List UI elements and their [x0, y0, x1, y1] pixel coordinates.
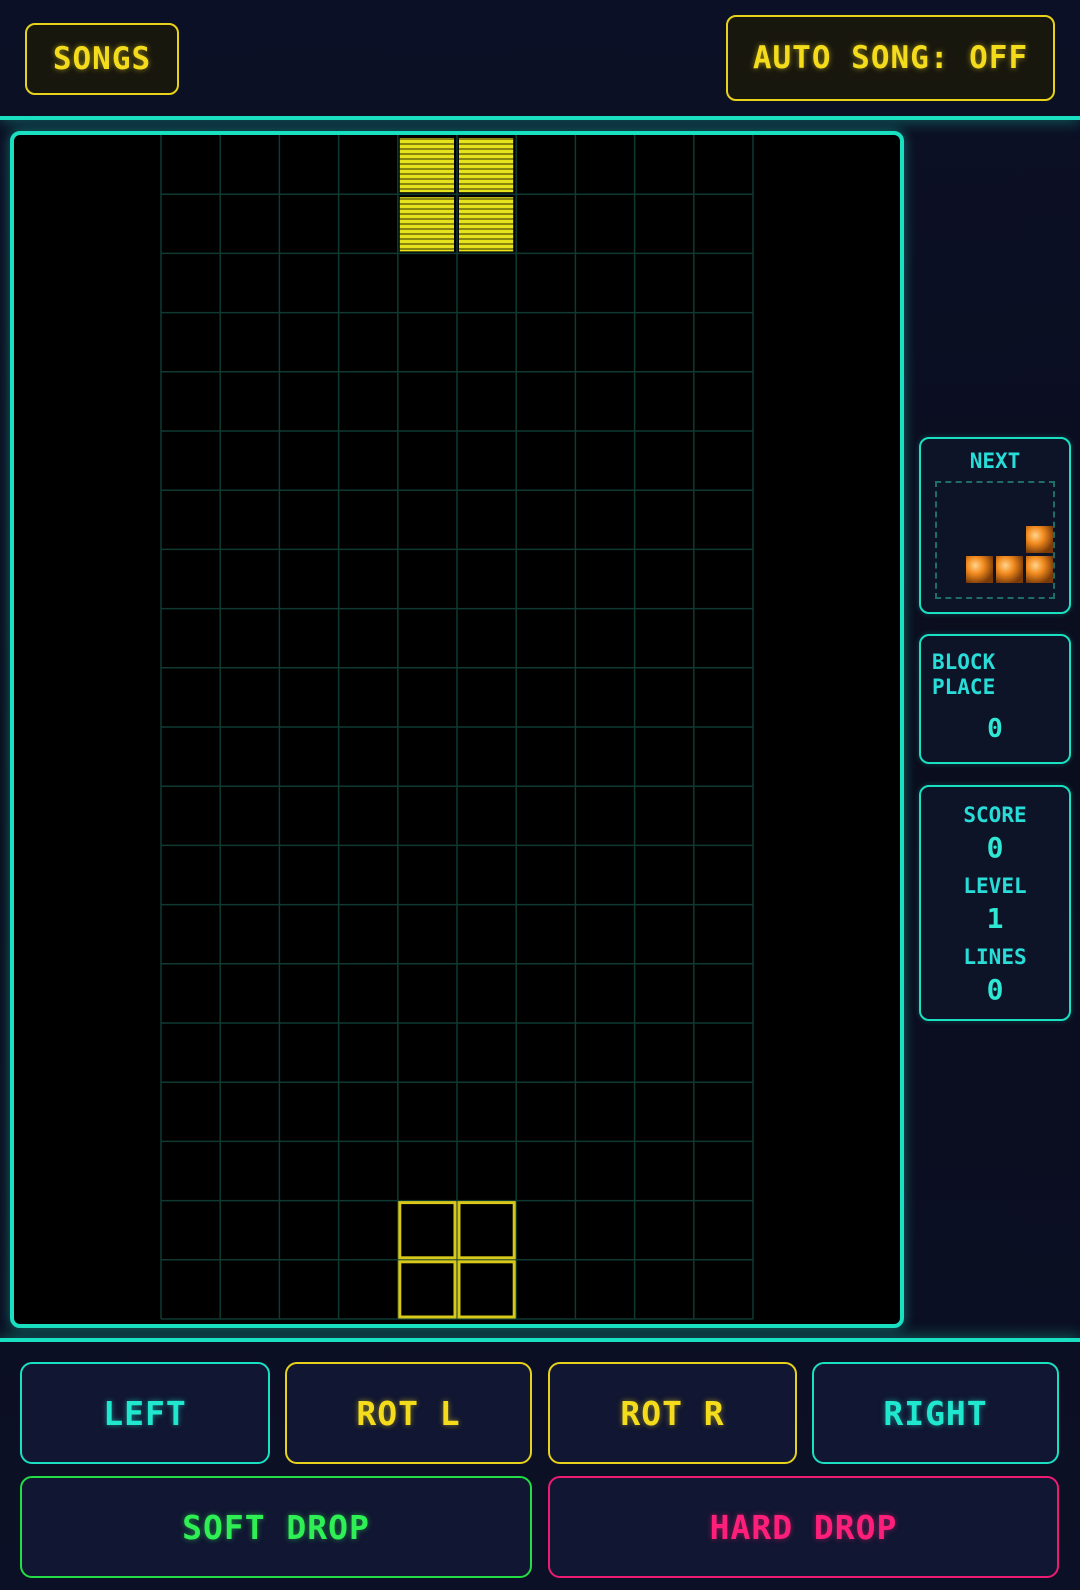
active-piece-cell: [459, 138, 514, 193]
active-piece-cell: [399, 197, 454, 252]
next-piece-panel: NEXT: [919, 437, 1071, 614]
next-piece: [966, 526, 1053, 583]
hard-drop-button[interactable]: HARD DROP: [548, 1476, 1059, 1578]
playfield-grid: [160, 135, 754, 1320]
ghost-piece-cell: [398, 1260, 457, 1319]
ghost-piece-cell: [457, 1201, 516, 1260]
rotate-right-button[interactable]: ROT R: [548, 1362, 797, 1464]
block-place-value: 0: [987, 714, 1003, 744]
top-bar: SONGS AUTO SONG: OFF: [0, 0, 1080, 120]
score-value: 0: [986, 831, 1004, 864]
ghost-piece-cell: [398, 1201, 457, 1260]
block-place-title: BLOCK PLACE: [932, 650, 996, 699]
left-button[interactable]: LEFT: [20, 1362, 270, 1464]
controls-bar: LEFT ROT L ROT R RIGHT SOFT DROP HARD DR…: [0, 1338, 1080, 1590]
soft-drop-button[interactable]: SOFT DROP: [20, 1476, 532, 1578]
block-place-panel: BLOCK PLACE 0: [919, 634, 1071, 764]
next-piece-cell: [1026, 556, 1053, 583]
stats-panel: SCORE 0 LEVEL 1 LINES 0: [919, 785, 1071, 1021]
lines-value: 0: [986, 973, 1004, 1006]
songs-button[interactable]: SONGS: [25, 23, 179, 95]
active-piece-cell: [459, 197, 514, 252]
next-piece-cell: [966, 556, 993, 583]
score-label: SCORE: [963, 803, 1027, 827]
level-label: LEVEL: [963, 874, 1027, 898]
right-button[interactable]: RIGHT: [812, 1362, 1059, 1464]
active-piece-cell: [399, 138, 454, 193]
tetris-app: SONGS AUTO SONG: OFF NEXT BLOCK PLACE 0 …: [0, 0, 1080, 1590]
next-title: NEXT: [969, 449, 1021, 473]
auto-song-toggle[interactable]: AUTO SONG: OFF: [726, 15, 1055, 101]
next-piece-cell: [1026, 526, 1053, 553]
playfield: [10, 131, 904, 1328]
lines-label: LINES: [963, 945, 1027, 969]
ghost-piece-cell: [457, 1260, 516, 1319]
level-value: 1: [986, 902, 1004, 935]
next-piece-cell: [996, 556, 1023, 583]
next-piece-preview: [935, 481, 1055, 599]
rotate-left-button[interactable]: ROT L: [285, 1362, 532, 1464]
